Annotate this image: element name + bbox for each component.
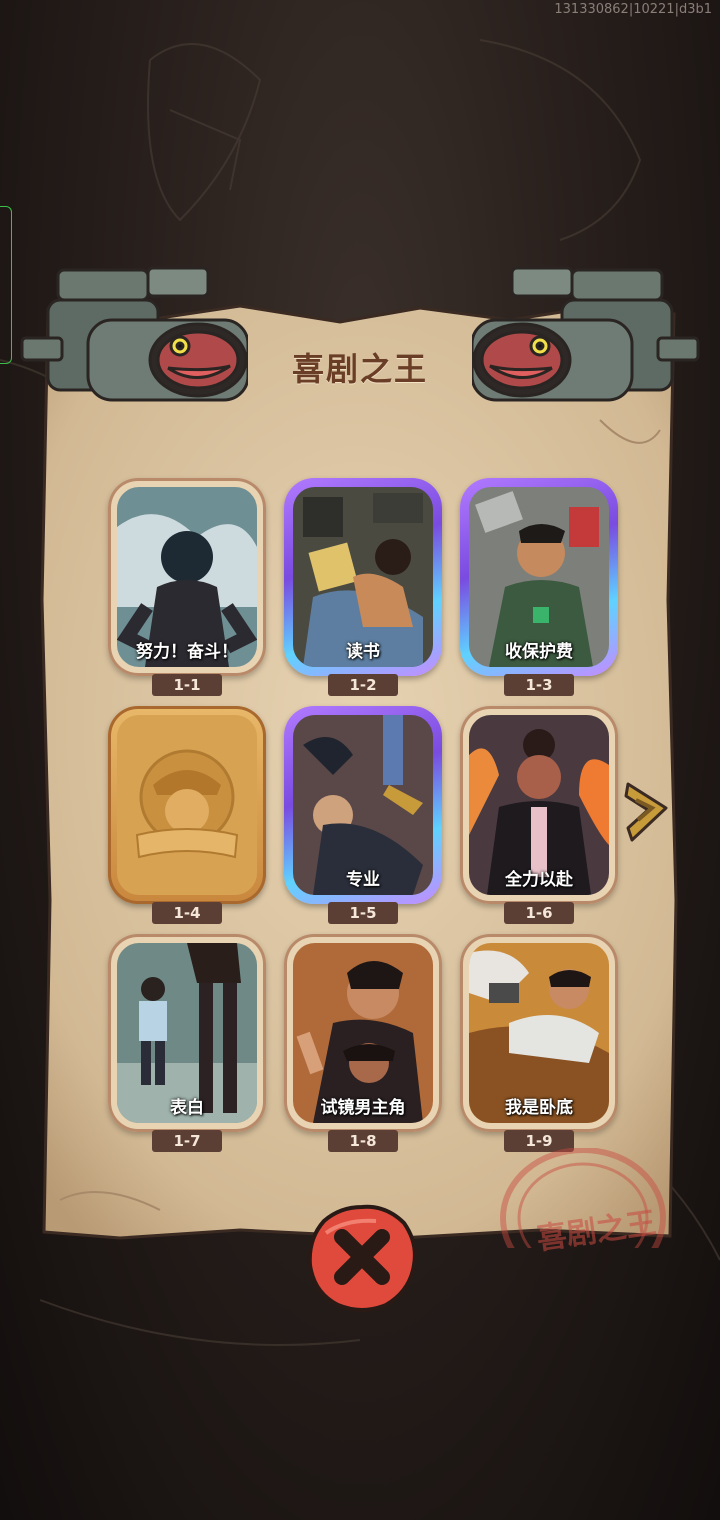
level-number: 1-6	[504, 902, 574, 924]
level-title: 我是卧底	[505, 1098, 573, 1118]
level-card-1-8[interactable]: 试镜男主角 1-8	[284, 934, 442, 1152]
locked-card-icon	[117, 715, 257, 895]
side-drawer-handle[interactable]	[0, 206, 12, 364]
close-button[interactable]	[306, 1203, 418, 1313]
level-title: 试镜男主角	[320, 1098, 406, 1118]
level-card-1-7[interactable]: 表白 1-7	[108, 934, 266, 1152]
level-card-1-1[interactable]: 努力！奋斗！ 1-1	[108, 478, 266, 696]
build-id: 131330862|10221|d3b1	[554, 2, 712, 17]
level-number: 1-3	[504, 674, 574, 696]
level-card-1-5[interactable]: 专业 1-5	[284, 706, 442, 924]
level-card-1-3[interactable]: 收保护费 1-3	[460, 478, 618, 696]
level-card-1-4[interactable]: 1-4	[108, 706, 266, 924]
level-title: 表白	[170, 1098, 204, 1118]
level-title: 收保护费	[505, 642, 573, 662]
level-card-1-2[interactable]: 读书 1-2	[284, 478, 442, 696]
level-number: 1-2	[328, 674, 398, 696]
level-title: 努力！奋斗！	[136, 642, 238, 662]
level-number: 1-5	[328, 902, 398, 924]
level-number: 1-1	[152, 674, 222, 696]
level-card-1-6[interactable]: 全力以赴 1-6	[460, 706, 618, 924]
level-card-1-9[interactable]: 我是卧底 1-9	[460, 934, 618, 1152]
level-number: 1-4	[152, 902, 222, 924]
level-title: 读书	[346, 642, 380, 662]
level-art	[117, 715, 257, 895]
level-title: 专业	[346, 870, 380, 890]
level-title: 全力以赴	[505, 870, 573, 890]
next-arrow-icon[interactable]	[622, 778, 672, 848]
level-number: 1-8	[328, 1130, 398, 1152]
level-number: 1-7	[152, 1130, 222, 1152]
panel-title: 喜剧之王	[291, 350, 428, 388]
